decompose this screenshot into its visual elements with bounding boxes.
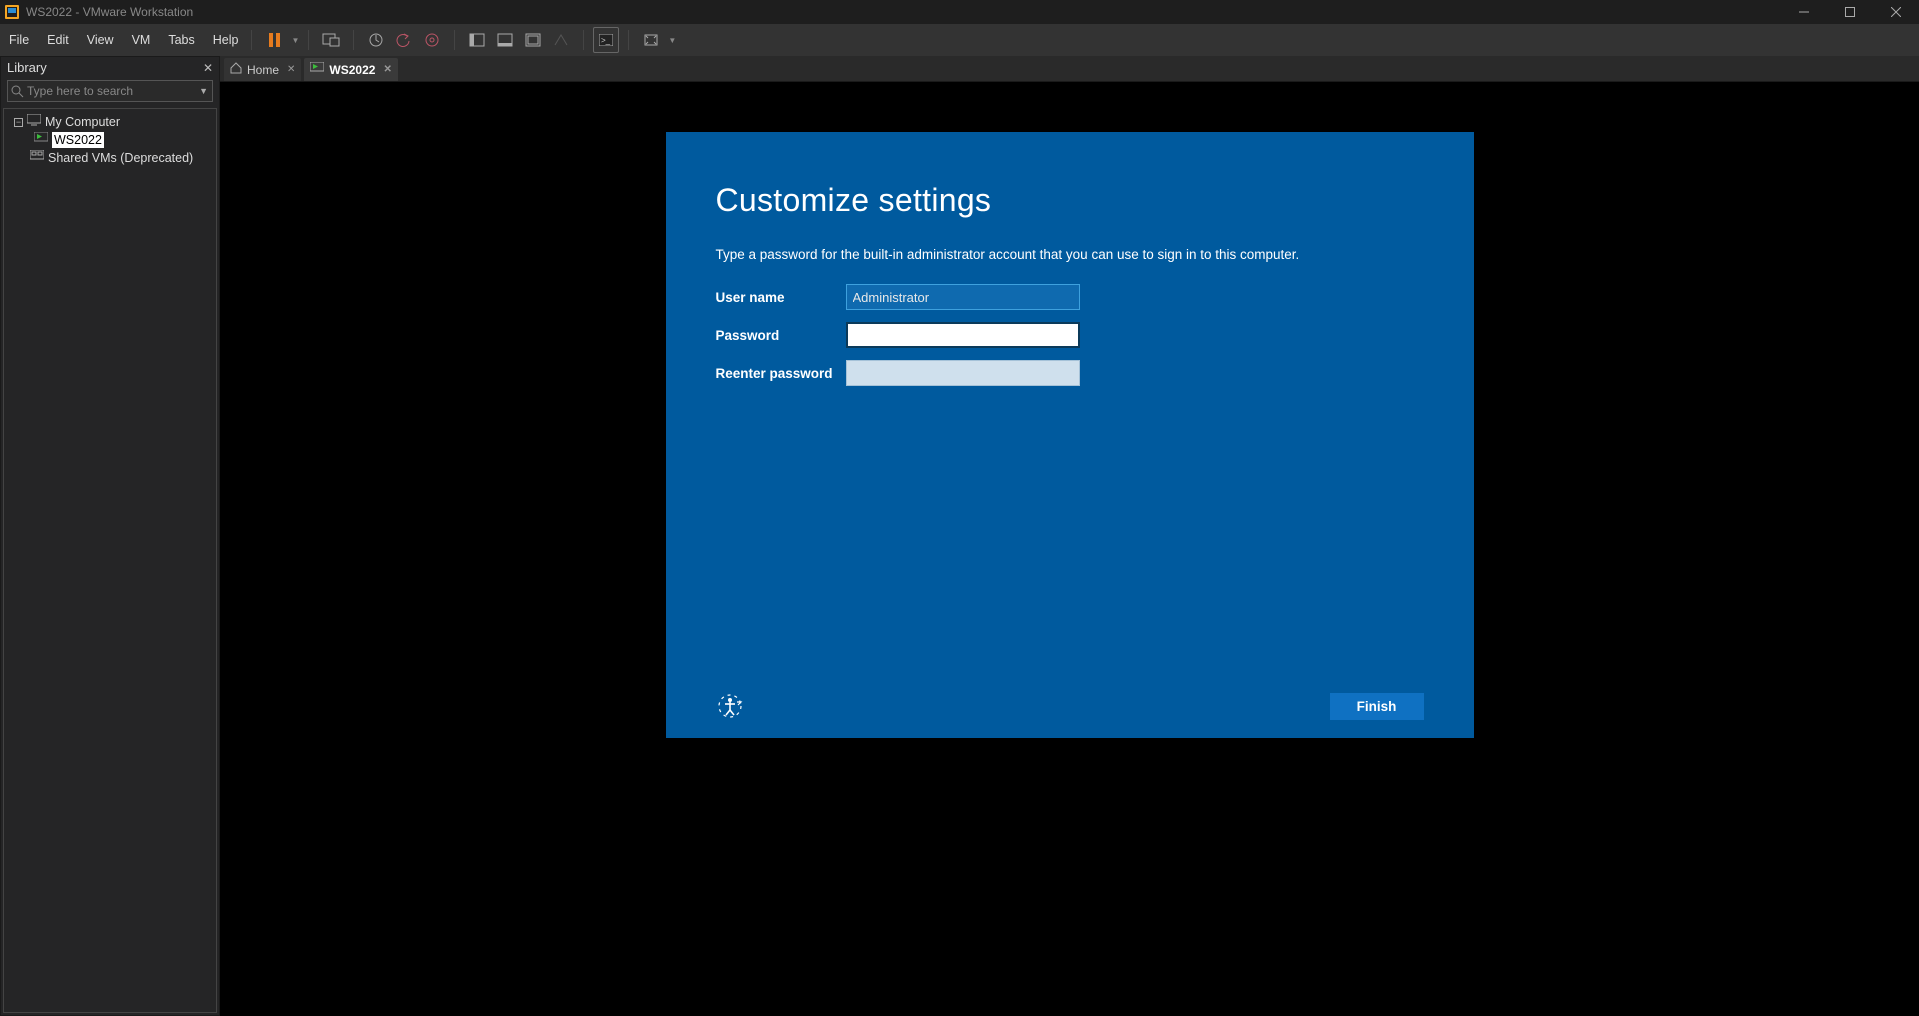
toolbar-separator bbox=[628, 30, 629, 50]
tab-ws2022[interactable]: WS2022 ✕ bbox=[304, 58, 397, 81]
menubar: File Edit View VM Tabs Help ▼ >_ ▼ bbox=[0, 24, 1919, 56]
titlebar: WS2022 - VMware Workstation bbox=[0, 0, 1919, 24]
menu-tabs[interactable]: Tabs bbox=[159, 24, 203, 56]
tab-ws2022-label: WS2022 bbox=[329, 63, 375, 77]
library-tree[interactable]: − My Computer WS2022 Shared VMs (Depreca… bbox=[3, 108, 217, 1013]
show-bottombar-button[interactable] bbox=[492, 27, 518, 53]
show-sidebar-button[interactable] bbox=[464, 27, 490, 53]
vm-tab-icon bbox=[310, 62, 324, 77]
reenter-password-field[interactable] bbox=[846, 360, 1080, 386]
vmware-logo-icon bbox=[4, 4, 20, 20]
fullscreen-button[interactable] bbox=[638, 27, 664, 53]
username-label: User name bbox=[716, 290, 846, 305]
windows-oobe-panel: Customize settings Type a password for t… bbox=[666, 132, 1474, 738]
snapshot-take-button[interactable] bbox=[363, 27, 389, 53]
vm-display[interactable]: Customize settings Type a password for t… bbox=[220, 82, 1919, 1016]
password-label: Password bbox=[716, 328, 846, 343]
toolbar-separator bbox=[454, 30, 455, 50]
console-view-button[interactable]: >_ bbox=[593, 27, 619, 53]
library-search[interactable]: Type here to search ▼ bbox=[7, 80, 213, 102]
svg-text:>_: >_ bbox=[601, 36, 611, 45]
toolbar-separator bbox=[353, 30, 354, 50]
menu-help[interactable]: Help bbox=[204, 24, 248, 56]
oobe-subtitle: Type a password for the built-in adminis… bbox=[716, 247, 1424, 262]
tab-home[interactable]: Home ✕ bbox=[224, 58, 301, 81]
power-dropdown-caret[interactable]: ▼ bbox=[291, 36, 299, 45]
tabstrip: Home ✕ WS2022 ✕ bbox=[220, 56, 1919, 82]
snapshot-manager-button[interactable] bbox=[419, 27, 445, 53]
tab-home-label: Home bbox=[247, 63, 279, 77]
ease-of-access-icon[interactable] bbox=[716, 692, 744, 720]
tree-my-computer[interactable]: My Computer bbox=[45, 114, 120, 130]
toolbar-separator bbox=[251, 30, 252, 50]
window-minimize-button[interactable] bbox=[1781, 0, 1827, 24]
suspend-button[interactable] bbox=[261, 27, 287, 53]
tree-vm-ws2022[interactable]: WS2022 bbox=[52, 132, 104, 148]
library-title: Library bbox=[7, 60, 47, 75]
unity-button[interactable] bbox=[548, 27, 574, 53]
fullscreen-dropdown-caret[interactable]: ▼ bbox=[668, 36, 676, 45]
tab-ws2022-close[interactable]: ✕ bbox=[383, 64, 391, 75]
password-field[interactable] bbox=[846, 322, 1080, 348]
window-close-button[interactable] bbox=[1873, 0, 1919, 24]
menu-view[interactable]: View bbox=[78, 24, 123, 56]
menu-vm[interactable]: VM bbox=[123, 24, 160, 56]
show-thumbnail-button[interactable] bbox=[520, 27, 546, 53]
menu-edit[interactable]: Edit bbox=[38, 24, 78, 56]
library-close-button[interactable]: ✕ bbox=[203, 61, 213, 75]
tree-expander-icon[interactable]: − bbox=[14, 118, 23, 127]
send-ctrl-alt-del-button[interactable] bbox=[318, 27, 344, 53]
home-icon bbox=[230, 62, 242, 77]
tab-home-close[interactable]: ✕ bbox=[287, 64, 295, 75]
reenter-password-label: Reenter password bbox=[716, 366, 846, 381]
finish-button[interactable]: Finish bbox=[1330, 693, 1424, 720]
finish-button-label: Finish bbox=[1357, 699, 1397, 714]
toolbar-separator bbox=[583, 30, 584, 50]
tree-shared-vms[interactable]: Shared VMs (Deprecated) bbox=[48, 150, 193, 166]
library-panel: Library ✕ Type here to search ▼ − My Com… bbox=[0, 56, 220, 1016]
monitor-icon bbox=[27, 114, 41, 130]
shared-vms-icon bbox=[30, 150, 44, 166]
username-field bbox=[846, 284, 1080, 310]
vm-powered-icon bbox=[34, 132, 48, 148]
library-search-placeholder: Type here to search bbox=[27, 84, 133, 98]
menu-file[interactable]: File bbox=[0, 24, 38, 56]
snapshot-revert-button[interactable] bbox=[391, 27, 417, 53]
library-search-dropdown-icon[interactable]: ▼ bbox=[199, 86, 208, 96]
oobe-title: Customize settings bbox=[716, 182, 1424, 219]
toolbar-separator bbox=[308, 30, 309, 50]
window-maximize-button[interactable] bbox=[1827, 0, 1873, 24]
window-title: WS2022 - VMware Workstation bbox=[26, 5, 193, 19]
main-area: Home ✕ WS2022 ✕ Customize settings Type … bbox=[220, 56, 1919, 1016]
